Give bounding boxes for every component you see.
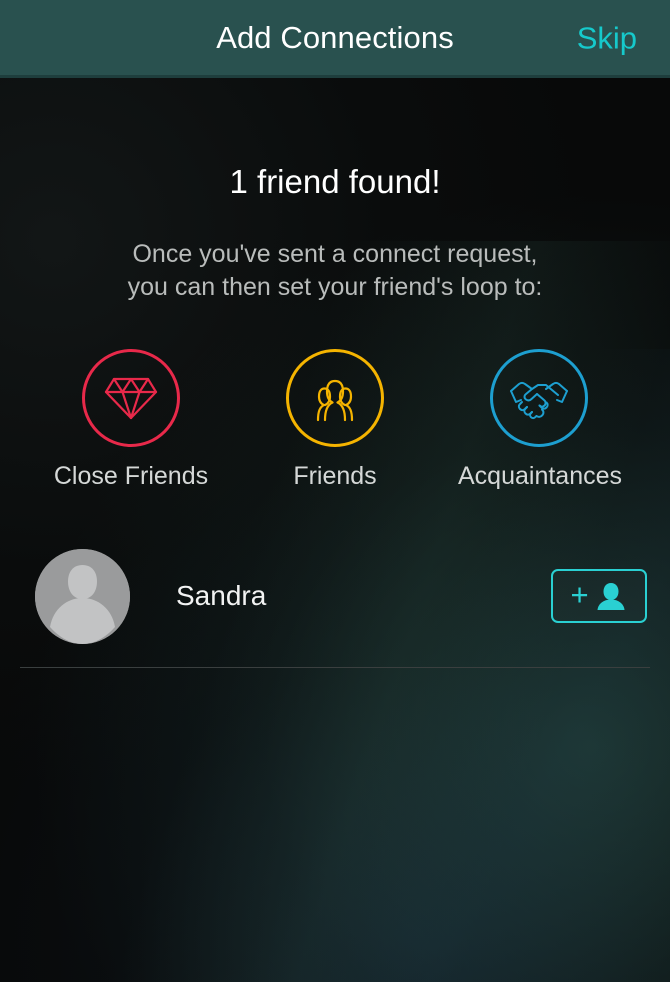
loop-category-acquaintances[interactable]: Acquaintances	[458, 349, 623, 490]
loop-label-acquaintances: Acquaintances	[458, 462, 623, 490]
list-divider	[20, 667, 650, 668]
instructions-line-2: you can then set your friend's loop to:	[127, 273, 543, 301]
friend-list: Sandra +	[0, 536, 670, 668]
page-title: Add Connections	[216, 20, 454, 55]
friends-found-headline: 1 friend found!	[229, 163, 441, 200]
friends-circle	[286, 349, 384, 447]
avatar	[35, 548, 130, 644]
acquaintances-circle	[490, 349, 588, 447]
loop-category-close-friends[interactable]: Close Friends	[50, 349, 212, 489]
default-avatar-icon	[35, 548, 130, 644]
loop-label-friends: Friends	[293, 462, 377, 490]
people-icon	[316, 379, 354, 422]
diamond-icon	[104, 377, 158, 420]
instructions-text: Once you've sent a connect request, you …	[0, 238, 670, 304]
person-icon	[597, 583, 625, 610]
plus-icon: +	[570, 577, 589, 612]
loop-category-friends[interactable]: Friends	[254, 349, 416, 489]
loop-categories: Close Friends Friends Acquaintances	[0, 349, 670, 489]
close-friends-circle	[82, 349, 180, 447]
loop-label-close-friends: Close Friends	[53, 462, 209, 490]
add-friend-button[interactable]: +	[551, 569, 647, 623]
handshake-icon	[510, 381, 568, 420]
skip-button[interactable]: Skip	[577, 22, 637, 53]
app-header: Add Connections Skip	[0, 0, 670, 78]
instructions-line-1: Once you've sent a connect request,	[132, 240, 538, 268]
friend-name: Sandra	[176, 580, 267, 611]
list-item[interactable]: Sandra +	[0, 536, 670, 656]
add-connections-screen: Add Connections Skip 1 friend found! Onc…	[0, 0, 670, 982]
content-background: 1 friend found! Once you've sent a conne…	[0, 78, 670, 982]
